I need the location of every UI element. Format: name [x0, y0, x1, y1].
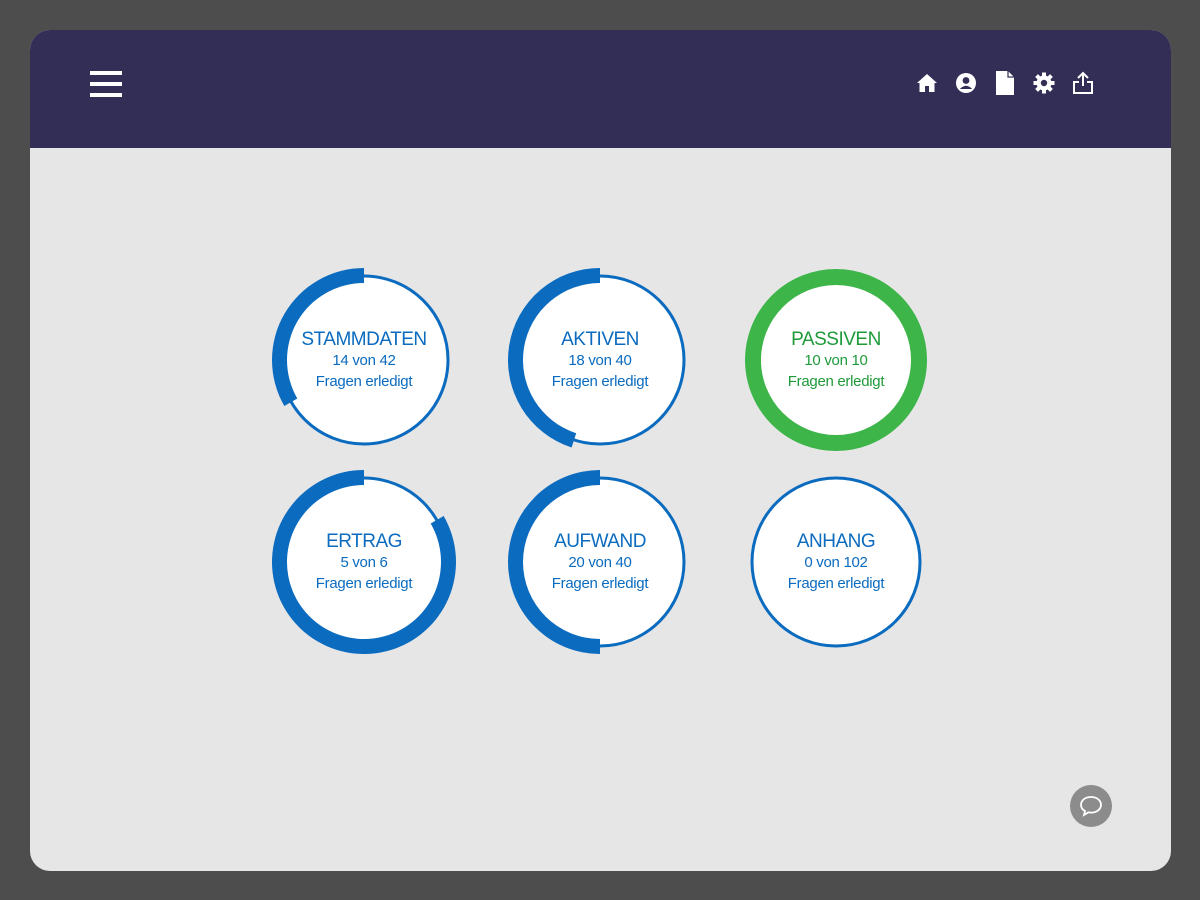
category-title: AUFWAND — [554, 530, 646, 552]
category-subtitle: Fragen erledigt — [551, 372, 649, 390]
category-label: ANHANG 0 von 102 Fragen erledigt — [744, 470, 928, 654]
category-title: STAMMDATEN — [301, 328, 427, 350]
app-screen: STAMMDATEN 14 von 42 Fragen erledigt AKTIVE… — [30, 30, 1171, 871]
category-count: 14 von 42 — [332, 351, 396, 369]
category-title: PASSIVEN — [791, 328, 881, 350]
category-circle-stammdaten[interactable]: STAMMDATEN 14 von 42 Fragen erledigt — [272, 268, 456, 452]
chat-bubble-icon — [1080, 796, 1102, 817]
category-label: AUFWAND 20 von 40 Fragen erledigt — [508, 470, 692, 654]
category-count: 10 von 10 — [804, 351, 868, 369]
category-title: ERTRAG — [326, 530, 402, 552]
category-title: ANHANG — [796, 530, 876, 552]
category-count: 5 von 6 — [340, 553, 388, 571]
category-label: ERTRAG 5 von 6 Fragen erledigt — [272, 470, 456, 654]
chat-button[interactable] — [1070, 785, 1112, 827]
tablet-frame: STAMMDATEN 14 von 42 Fragen erledigt AKTIVE… — [0, 0, 1200, 900]
category-count: 20 von 40 — [568, 553, 632, 571]
category-subtitle: Fragen erledigt — [315, 372, 413, 390]
category-grid: STAMMDATEN 14 von 42 Fragen erledigt AKTIVE… — [30, 30, 1171, 871]
category-subtitle: Fragen erledigt — [787, 372, 885, 390]
category-subtitle: Fragen erledigt — [787, 574, 885, 592]
category-subtitle: Fragen erledigt — [551, 574, 649, 592]
category-count: 18 von 40 — [568, 351, 632, 369]
category-circle-ertrag[interactable]: ERTRAG 5 von 6 Fragen erledigt — [272, 470, 456, 654]
category-label: STAMMDATEN 14 von 42 Fragen erledigt — [272, 268, 456, 452]
category-subtitle: Fragen erledigt — [315, 574, 413, 592]
category-circle-aufwand[interactable]: AUFWAND 20 von 40 Fragen erledigt — [508, 470, 692, 654]
category-label: AKTIVEN 18 von 40 Fragen erledigt — [508, 268, 692, 452]
category-label: PASSIVEN 10 von 10 Fragen erledigt — [744, 268, 928, 452]
category-circle-aktiven[interactable]: AKTIVEN 18 von 40 Fragen erledigt — [508, 268, 692, 452]
category-circle-anhang[interactable]: ANHANG 0 von 102 Fragen erledigt — [744, 470, 928, 654]
category-count: 0 von 102 — [804, 553, 868, 571]
category-title: AKTIVEN — [561, 328, 639, 350]
category-circle-passiven[interactable]: PASSIVEN 10 von 10 Fragen erledigt — [744, 268, 928, 452]
